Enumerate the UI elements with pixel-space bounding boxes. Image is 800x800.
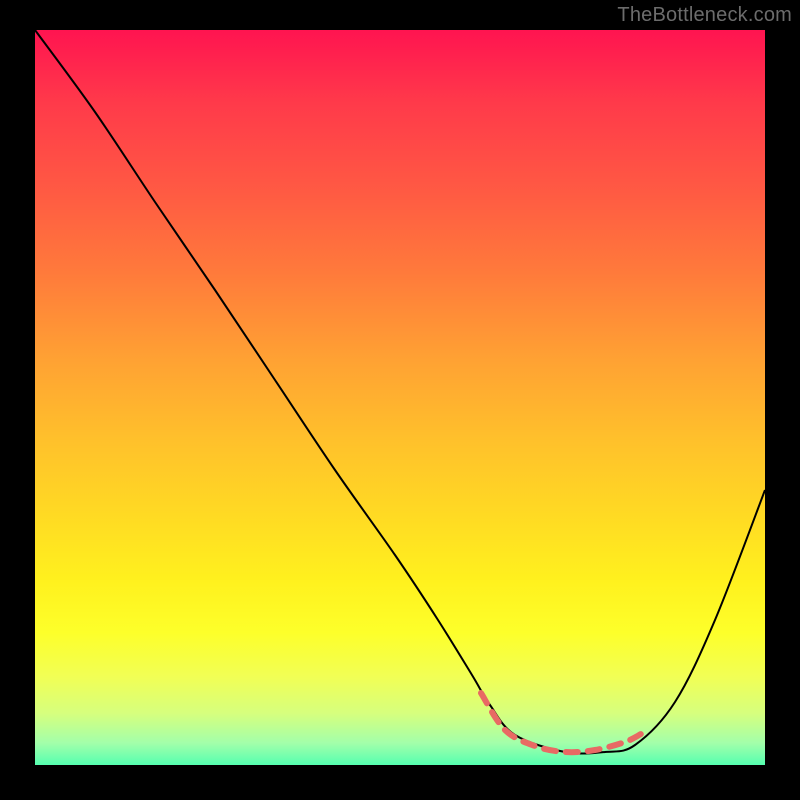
watermark-label: TheBottleneck.com — [617, 4, 792, 27]
curve-svg — [35, 30, 765, 765]
main-curve — [35, 30, 765, 754]
chart-root: TheBottleneck.com — [0, 0, 800, 800]
highlight-segment — [481, 693, 641, 752]
plot-area — [35, 30, 765, 765]
